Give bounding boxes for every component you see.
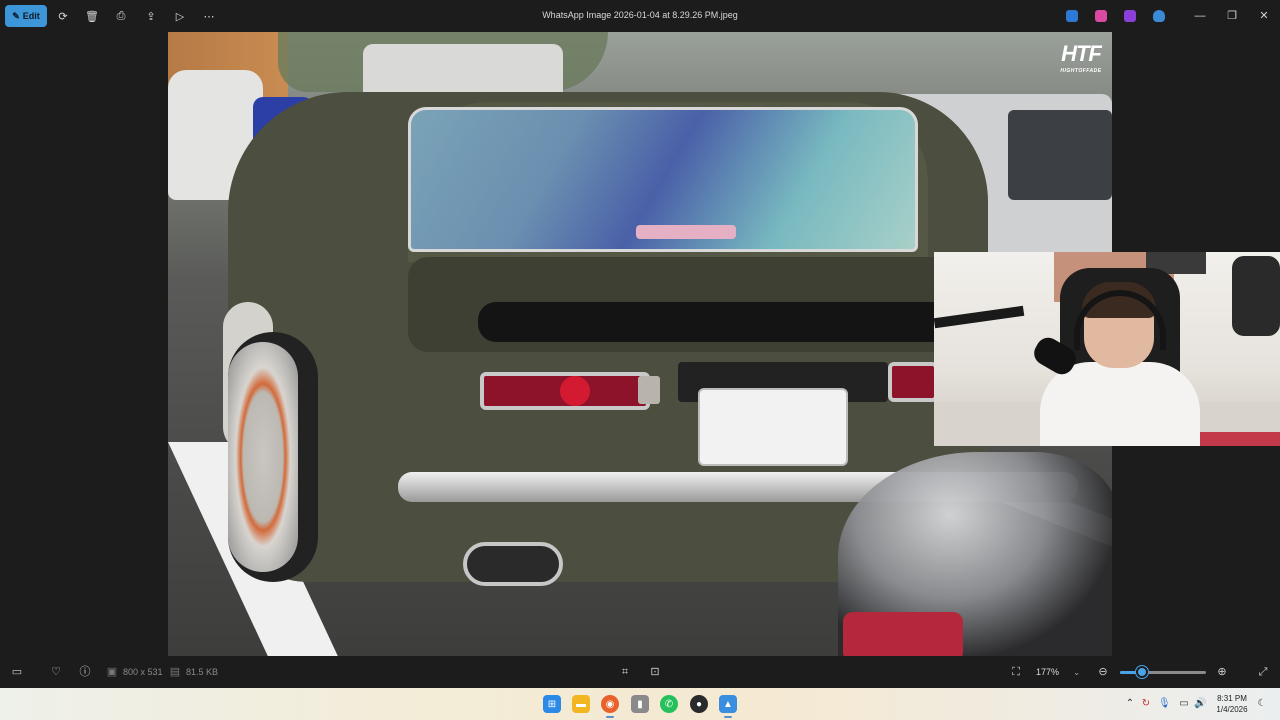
minimize-icon[interactable]: — [1192, 8, 1208, 24]
mic-tray-icon[interactable]: 🎙 [1158, 698, 1171, 710]
bottom-info-bar: ▭ ♡ ⓘ ▣ 800 x 531 ▤ 81.5 KB ⌗ ⊡ ⛶ 177% ⌄… [0, 656, 1280, 688]
microphone-app-icon[interactable]: ▮ [631, 695, 649, 713]
webcam-overlay [934, 252, 1280, 446]
watermark-logo: HTF HIGHTOFFADE [1058, 40, 1104, 84]
window-sticker [636, 225, 736, 239]
share-icon[interactable]: ⇪ [143, 8, 159, 24]
slideshow-icon[interactable]: ▷ [172, 8, 188, 24]
more-icon[interactable]: ⋯ [201, 8, 217, 24]
image-dimensions: 800 x 531 [123, 667, 163, 677]
chevron-down-icon: ⌄ [1073, 667, 1080, 677]
edit-icon: ✎ [12, 10, 20, 21]
notifications-icon[interactable]: ☾ [1256, 698, 1268, 710]
window-title: WhatsApp Image 2026-01-04 at 8.29.26 PM.… [542, 10, 738, 20]
fullscreen-icon[interactable]: ⤢ [1255, 664, 1271, 680]
taillight-round [560, 376, 590, 406]
photos-app-window: ✎ Edit ⟳ 🗑 ⎙ ⇪ ▷ ⋯ WhatsApp Image 2026-0… [0, 0, 1280, 720]
crop-icon[interactable]: ⌗ [617, 664, 633, 680]
close-icon[interactable]: ✕ [1256, 8, 1272, 24]
watermark-sub: HIGHTOFFADE [1060, 68, 1102, 74]
watermark-main: HTF [1061, 41, 1102, 66]
zoom-slider-thumb[interactable] [1136, 666, 1149, 678]
rotate-icon[interactable]: ⟳ [55, 8, 71, 24]
rear-rim [228, 342, 298, 572]
zoom-value: 177% [1036, 667, 1060, 677]
file-size: 81.5 KB [186, 667, 219, 677]
obs-icon[interactable]: ● [690, 695, 708, 713]
ocr-icon[interactable]: ⊡ [647, 664, 663, 680]
webcam-person-body [1040, 362, 1200, 446]
zoom-out-icon[interactable]: ⊖ [1095, 664, 1111, 680]
volume-icon[interactable]: 🔊 [1194, 698, 1206, 710]
clock-date: 1/4/2026 [1216, 705, 1248, 714]
zoom-slider[interactable] [1120, 666, 1206, 678]
app-pink-icon[interactable] [1095, 10, 1107, 22]
sync-icon[interactable]: ↻ [1140, 698, 1152, 710]
print-icon[interactable]: ⎙ [113, 8, 129, 24]
zoom-in-icon[interactable]: ⊕ [1214, 664, 1230, 680]
photos-icon[interactable]: ▲ [719, 695, 737, 718]
file-size-icon: ▤ [169, 666, 181, 678]
taillight-right [888, 362, 938, 402]
firefox-icon[interactable]: ◉ [601, 695, 619, 718]
windows-taskbar: ⊞ ▬ ◉ ▮ ✆ ● ▲ ⌃ ↻ 🎙 ▭ 🔊 8:31 PM 1/4/2026… [0, 688, 1280, 720]
edit-button[interactable]: ✎ Edit [5, 5, 47, 27]
motorcycle-red-panel [843, 612, 963, 656]
reverse-light [638, 376, 660, 404]
whatsapp-icon[interactable]: ✆ [660, 695, 678, 713]
info-icon[interactable]: ⓘ [77, 664, 93, 680]
dimensions-icon: ▣ [106, 666, 118, 678]
app-purple-icon[interactable] [1124, 10, 1136, 22]
maximize-icon[interactable]: ❐ [1224, 8, 1240, 24]
network-icon[interactable]: ▭ [1178, 698, 1190, 710]
clock-time: 8:31 PM [1217, 694, 1247, 703]
filmstrip-icon[interactable]: ▭ [9, 664, 25, 680]
favorite-icon[interactable]: ♡ [48, 664, 64, 680]
file-explorer-icon[interactable]: ▬ [572, 695, 590, 713]
fit-icon[interactable]: ⛶ [1008, 664, 1024, 680]
exhaust-tips [463, 542, 563, 586]
chevron-up-icon[interactable]: ⌃ [1124, 698, 1136, 710]
start-icon[interactable]: ⊞ [543, 695, 561, 713]
white-sedan-window [1008, 110, 1112, 200]
edit-button-label: Edit [22, 11, 40, 21]
webcam-chair-background [1232, 256, 1280, 336]
app-blue-icon[interactable] [1066, 10, 1078, 22]
system-clock[interactable]: 8:31 PM 1/4/2026 [1212, 693, 1252, 715]
delete-icon[interactable]: 🗑 [84, 8, 100, 24]
license-plate [698, 388, 848, 466]
zoom-dropdown[interactable]: 177% ⌄ [1030, 662, 1086, 682]
top-toolbar: ✎ Edit ⟳ 🗑 ⎙ ⇪ ▷ ⋯ WhatsApp Image 2026-0… [0, 0, 1280, 32]
cloud-off-icon[interactable] [1153, 10, 1165, 22]
